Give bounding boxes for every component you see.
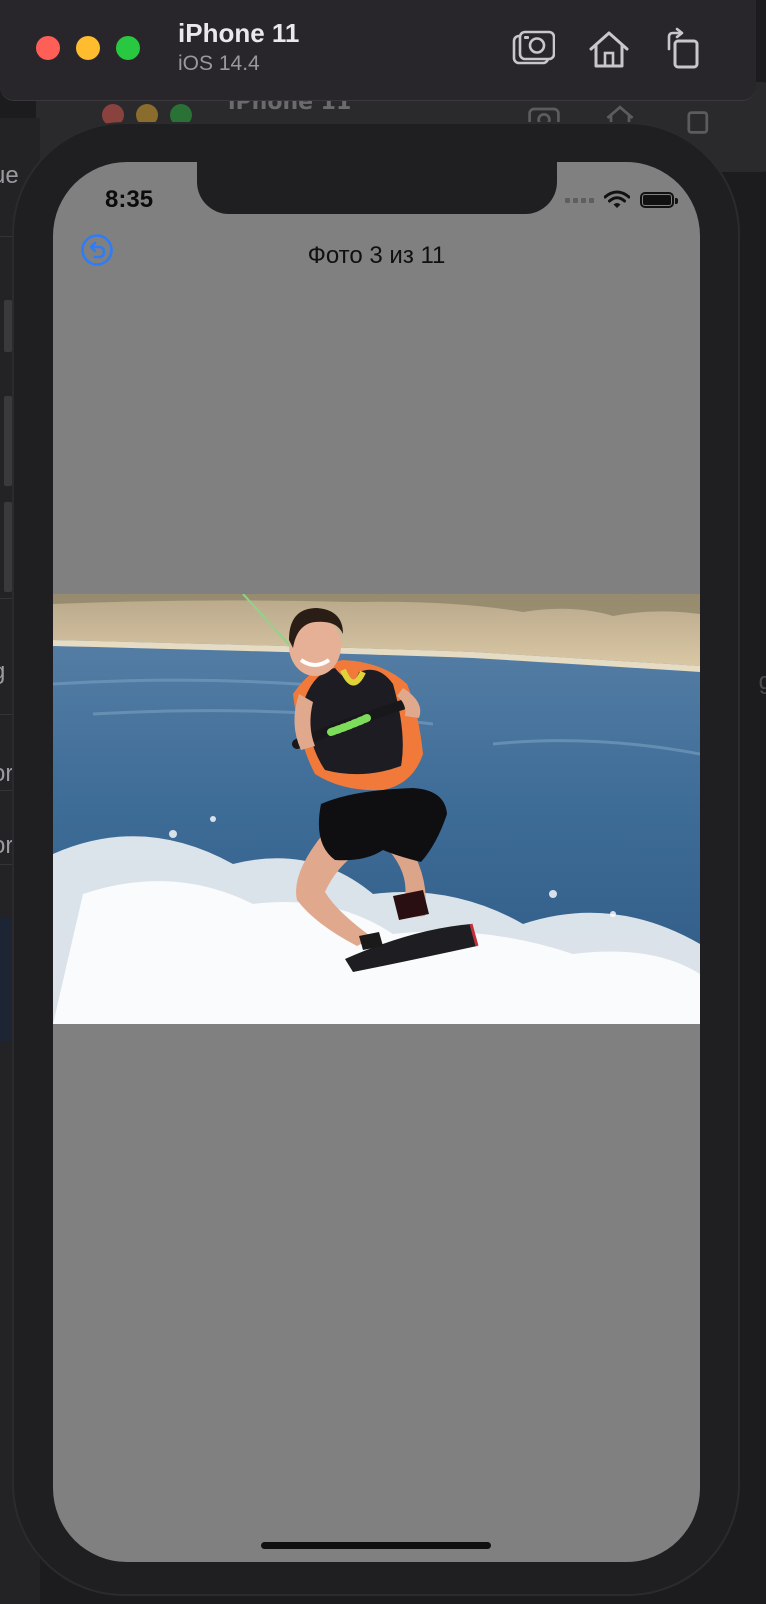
background-side-knob bbox=[4, 502, 12, 592]
zoom-window-button[interactable] bbox=[116, 36, 140, 60]
status-time: 8:35 bbox=[105, 186, 154, 213]
notch bbox=[197, 162, 557, 214]
status-icons bbox=[565, 190, 678, 210]
simulator-title-bar[interactable]: iPhone 11 iOS 14.4 bbox=[0, 0, 756, 101]
background-right-text: g bbox=[758, 668, 766, 695]
background-side-knob bbox=[4, 396, 12, 486]
home-button[interactable] bbox=[586, 26, 632, 72]
background-rotate-icon bbox=[687, 111, 709, 134]
minimize-window-button[interactable] bbox=[76, 36, 100, 60]
home-icon bbox=[589, 31, 629, 68]
close-window-button[interactable] bbox=[36, 36, 60, 60]
photo-image bbox=[53, 594, 700, 1024]
home-indicator[interactable] bbox=[261, 1542, 491, 1549]
iphone-screen[interactable]: 8:35 Фото 3 из 11 bbox=[53, 162, 700, 1562]
rotate-button[interactable] bbox=[660, 26, 706, 72]
wakeboard-photo[interactable] bbox=[53, 594, 700, 1024]
camera-icon bbox=[512, 30, 555, 65]
photo-counter-title: Фото 3 из 11 bbox=[307, 242, 446, 269]
desktop: iPhone 11 ue g or or r g iPhone 11 iOS 1… bbox=[0, 0, 766, 1604]
device-name: iPhone 11 bbox=[178, 18, 300, 48]
traffic-lights bbox=[36, 36, 140, 60]
screenshot-button[interactable] bbox=[510, 26, 556, 72]
background-side-text: g bbox=[0, 658, 5, 686]
rotate-icon bbox=[667, 27, 699, 69]
wifi-icon bbox=[604, 190, 630, 208]
cellular-signal-icon bbox=[565, 197, 594, 203]
background-side-knob bbox=[4, 300, 12, 352]
battery-icon bbox=[640, 192, 678, 208]
os-version: iOS 14.4 bbox=[178, 52, 260, 75]
